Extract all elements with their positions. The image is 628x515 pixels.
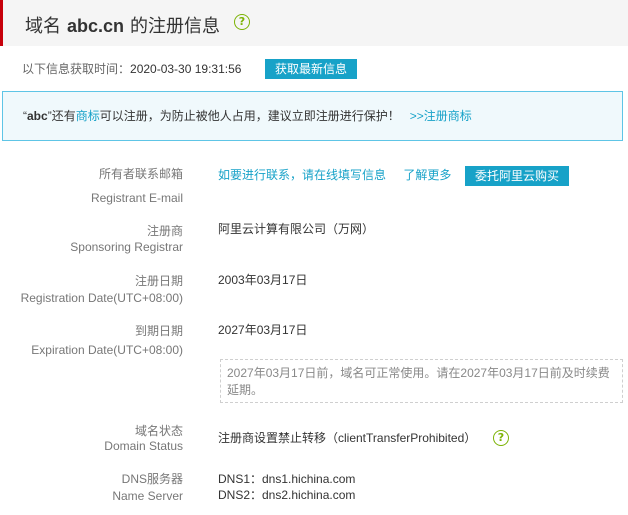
reg-date-value: 2003年03月17日 xyxy=(218,273,308,287)
page-title: 域名 abc.cn 的注册信息 xyxy=(25,12,220,38)
notice-text-a: 还有 xyxy=(51,109,76,123)
registrar-value: 阿里云计算有限公司（万网） xyxy=(218,222,375,236)
status-help-icon[interactable]: ? xyxy=(493,430,509,446)
refresh-info-button[interactable]: 获取最新信息 xyxy=(265,59,357,79)
contact-online-link[interactable]: 如要进行联系，请在线填写信息 xyxy=(218,168,386,182)
expiration-note: 2027年03月17日前，域名可正常使用。请在2027年03月17日前及时续费 … xyxy=(220,359,623,403)
dns2-value: DNS2：dns2.hichina.com xyxy=(218,488,356,502)
exp-date-value: 2027年03月17日 xyxy=(218,323,308,337)
title-prefix: 域名 xyxy=(25,16,61,36)
fetch-time-value: 2020-03-30 19:31:56 xyxy=(130,62,242,76)
title-domain: abc.cn xyxy=(67,16,125,36)
buy-domain-button[interactable]: 委托阿里云购买 xyxy=(465,166,569,186)
register-trademark-link[interactable]: >>注册商标 xyxy=(410,109,472,123)
learn-more-link[interactable]: 了解更多 xyxy=(403,168,451,182)
expiration-note-line2: 延期。 xyxy=(227,383,264,397)
fetch-time-label: 以下信息获取时间： xyxy=(22,62,131,76)
expiration-note-line1: 2027年03月17日前，域名可正常使用。请在2027年03月17日前及时续费 xyxy=(227,366,610,380)
fetch-time-row: 以下信息获取时间：2020-03-30 19:31:56 获取最新信息 xyxy=(22,59,357,79)
status-label-en: Domain Status xyxy=(104,439,183,453)
dns-label-en: Name Server xyxy=(112,489,183,503)
question-circle-icon[interactable]: ? xyxy=(234,14,250,30)
trademark-notice: “abc”还有商标可以注册，为防止被他人占用，建议立即注册进行保护！ >>注册商标 xyxy=(2,91,623,141)
email-label-en: Registrant E-mail xyxy=(90,191,183,205)
status-text: 注册商设置禁止转移（clientTransferProhibited） xyxy=(218,431,477,445)
exp-date-label-cn: 到期日期 xyxy=(134,324,183,338)
status-value: 注册商设置禁止转移（clientTransferProhibited） xyxy=(218,428,476,448)
notice-text-b: 可以注册，为防止被他人占用，建议立即注册进行保护！ xyxy=(99,109,400,123)
registrar-label-en: Sponsoring Registrar xyxy=(70,240,183,254)
page-header: 域名 abc.cn 的注册信息 ? xyxy=(0,0,628,46)
title-suffix: 的注册信息 xyxy=(130,16,221,36)
reg-date-label-en: Registration Date(UTC+08:00) xyxy=(20,291,183,305)
exp-date-label-en: Expiration Date(UTC+08:00) xyxy=(31,343,183,357)
email-value: 如要进行联系，请在线填写信息 了解更多 xyxy=(218,165,451,185)
notice-domain-name: abc xyxy=(27,109,48,123)
email-label-cn: 所有者联系邮箱 xyxy=(98,167,183,181)
trademark-link[interactable]: 商标 xyxy=(76,109,100,123)
